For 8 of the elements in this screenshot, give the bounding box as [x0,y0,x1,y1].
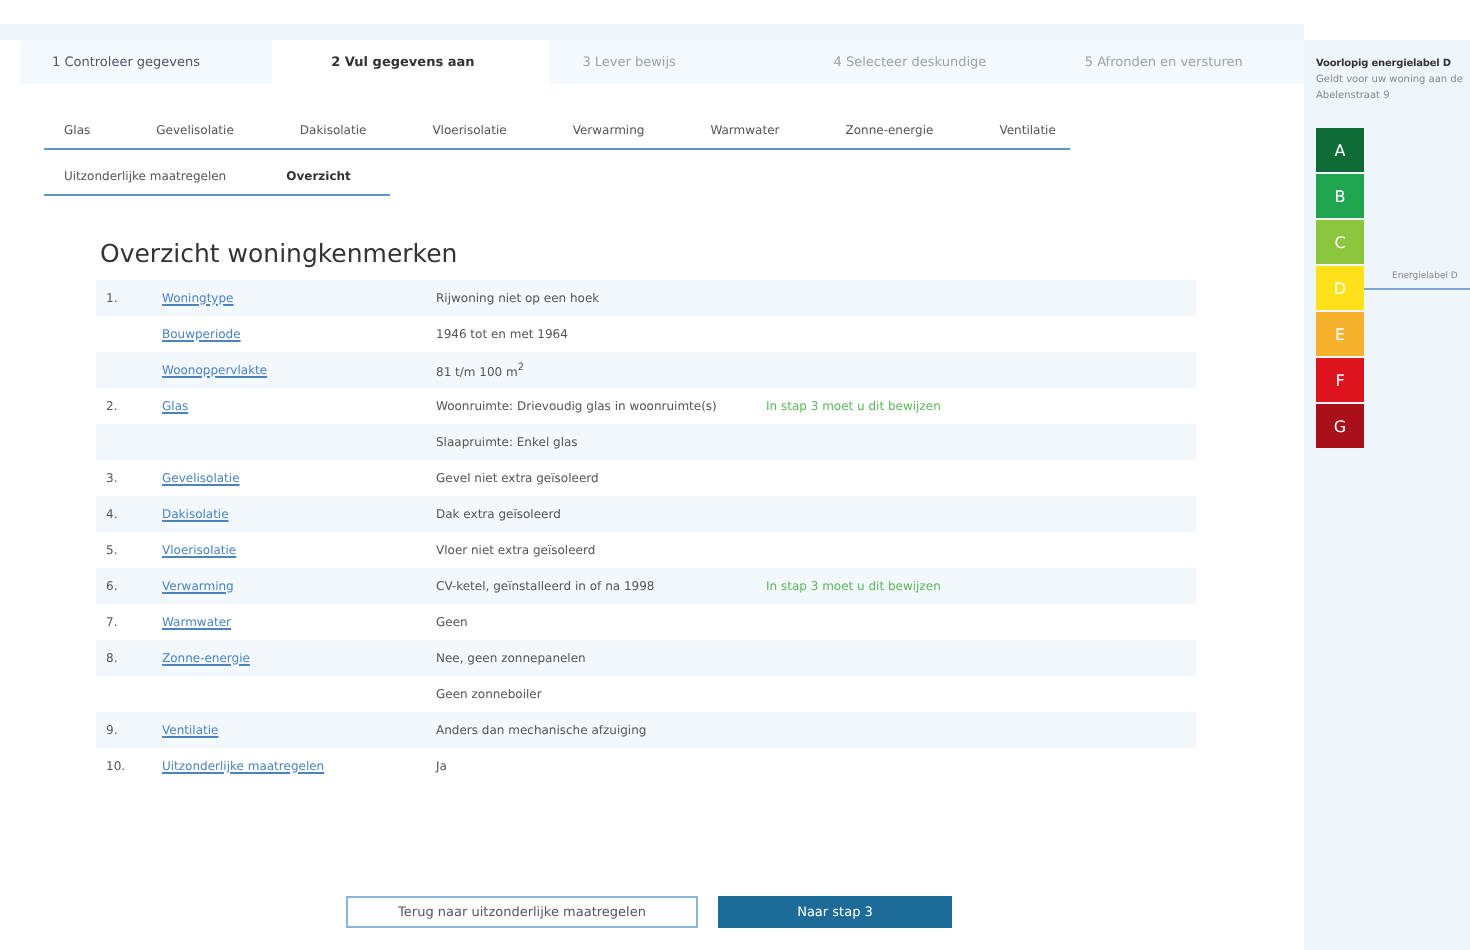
energy-label-bar: F [1316,358,1364,402]
page-heading: Overzicht woningkenmerken [100,238,460,272]
energy-label-bar: C [1316,220,1364,264]
energy-label-bar: D [1316,266,1364,310]
energy-label-bar: A [1316,128,1364,172]
energy-label-bar: B [1316,174,1364,218]
energy-label-bar: E [1316,312,1364,356]
energy-label-bar: G [1316,404,1364,448]
